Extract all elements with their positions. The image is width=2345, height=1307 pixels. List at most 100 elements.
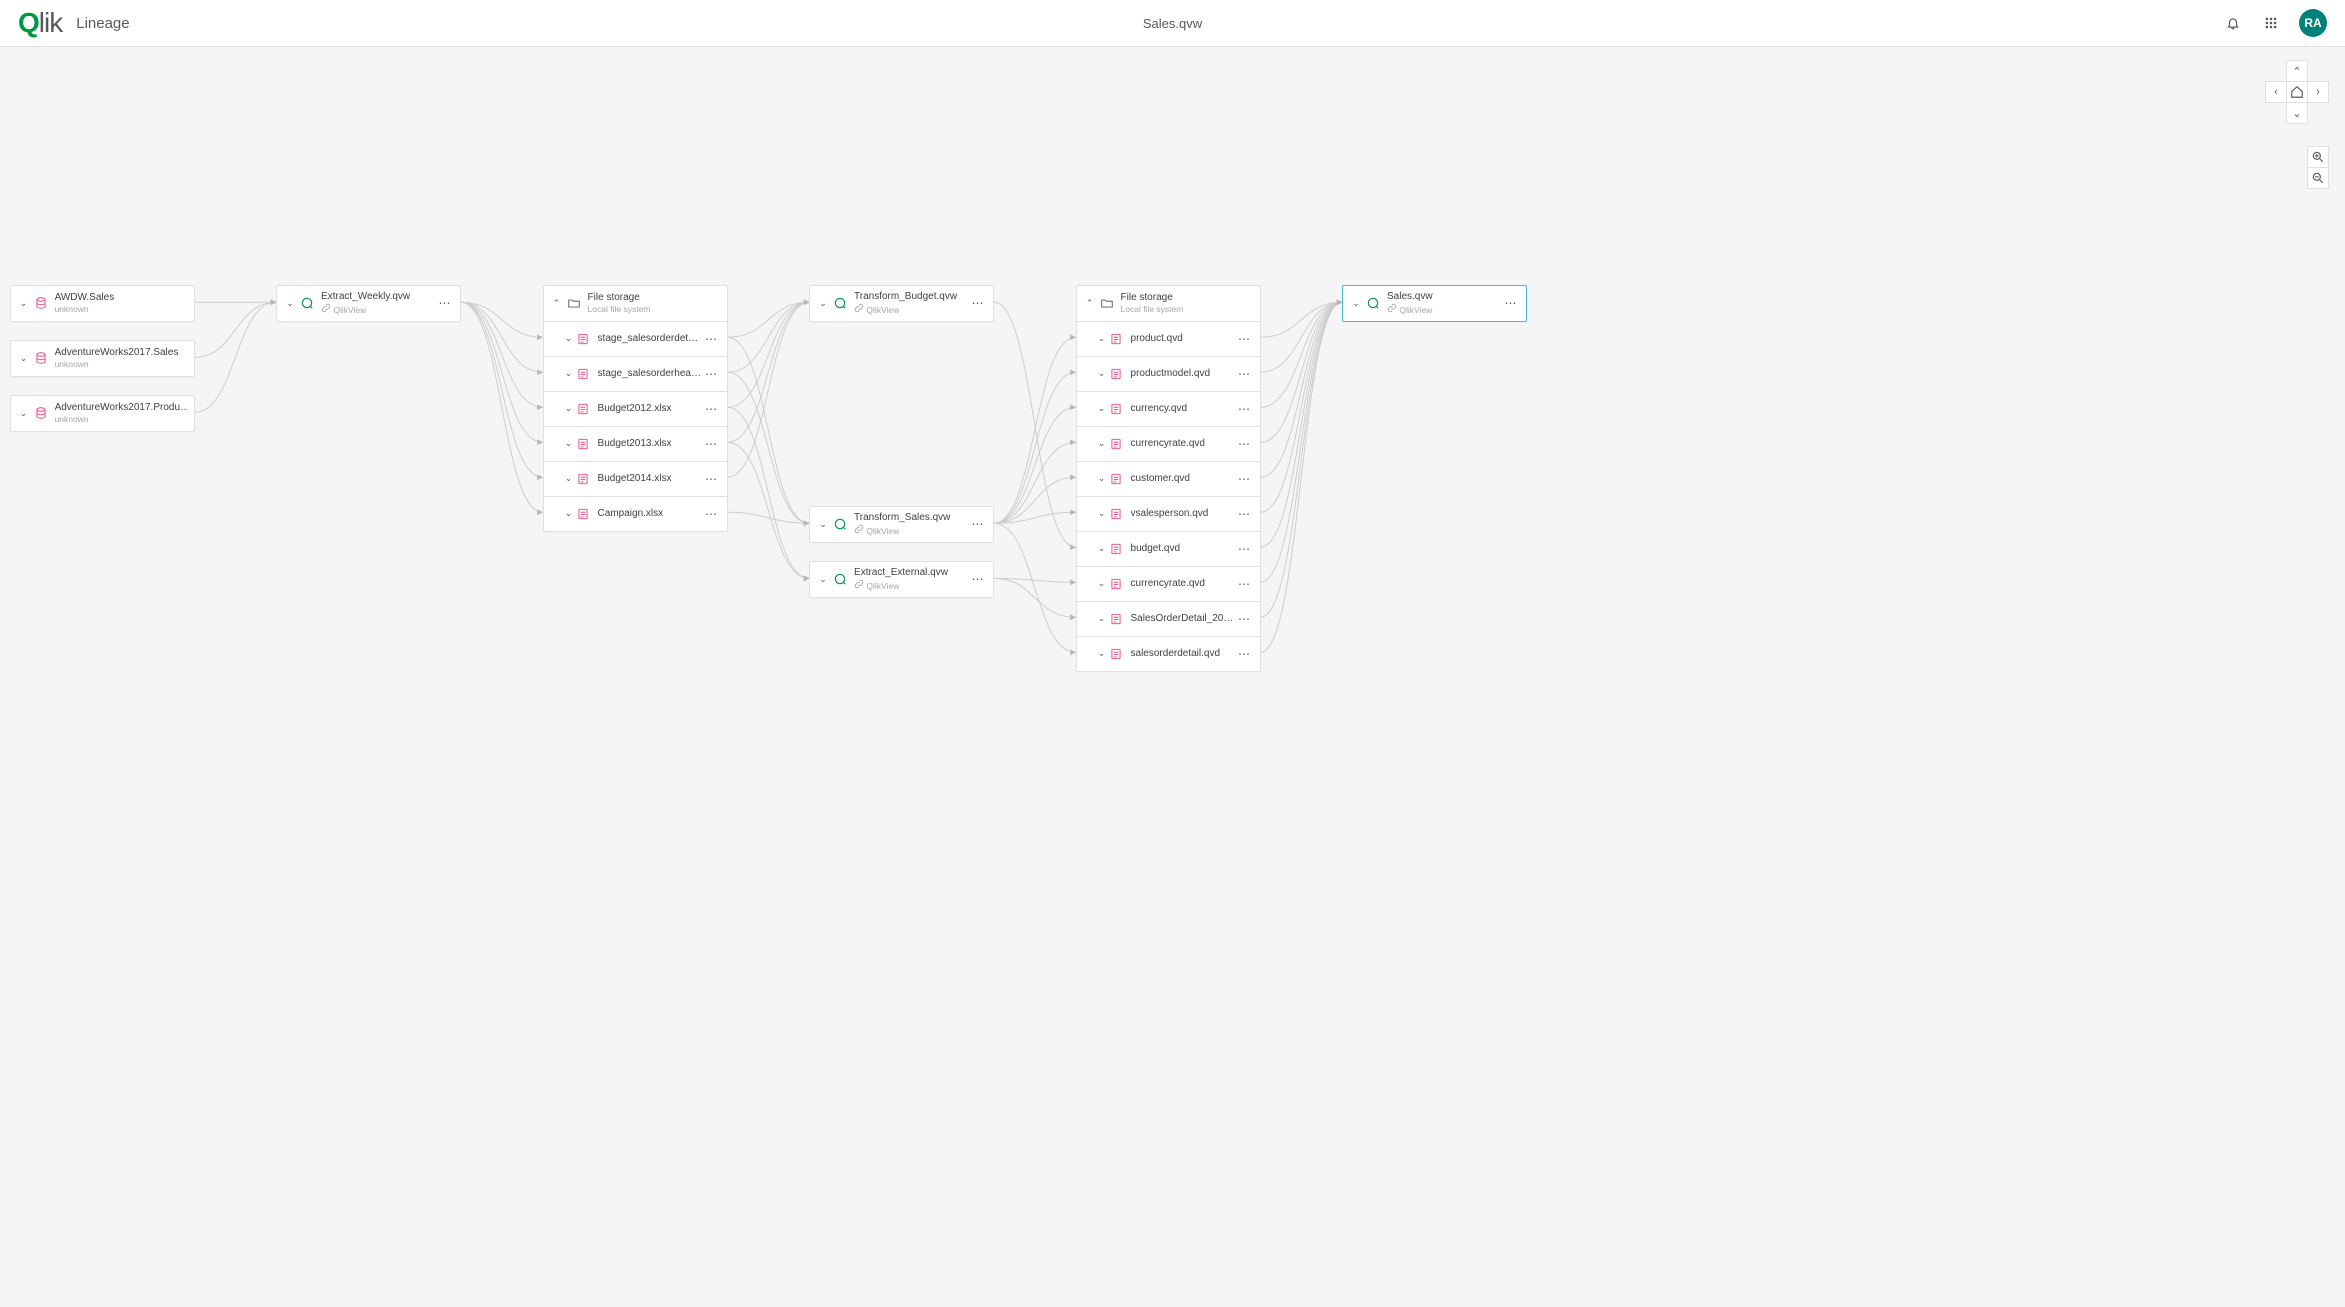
apps-grid-icon[interactable] xyxy=(2261,13,2281,33)
lineage-child-node[interactable]: vsalesperson.qvd xyxy=(1077,496,1260,531)
nav-up-button[interactable]: ⌃ xyxy=(2286,60,2308,82)
node-menu-button[interactable] xyxy=(1236,612,1254,626)
file-icon xyxy=(576,367,590,381)
expand-toggle[interactable] xyxy=(562,368,576,379)
lineage-child-node[interactable]: Budget2012.xlsx xyxy=(544,391,727,426)
expand-toggle[interactable] xyxy=(816,298,830,309)
file-icon xyxy=(576,332,590,346)
node-menu-button[interactable] xyxy=(1236,437,1254,451)
expand-toggle[interactable] xyxy=(562,333,576,344)
lineage-node[interactable]: Transform_Sales.qvw QlikView xyxy=(809,506,994,543)
expand-toggle[interactable] xyxy=(17,408,31,419)
lineage-child-node[interactable]: Budget2013.xlsx xyxy=(544,426,727,461)
collapse-toggle[interactable] xyxy=(550,298,564,309)
node-menu-button[interactable] xyxy=(1236,402,1254,416)
node-menu-button[interactable] xyxy=(1236,332,1254,346)
lineage-child-node[interactable]: SalesOrderDetail_202… xyxy=(1077,601,1260,636)
expand-toggle[interactable] xyxy=(17,353,31,364)
lineage-connections xyxy=(0,47,2345,1307)
lineage-node[interactable]: AWDW.Salesunknown xyxy=(10,285,195,322)
node-menu-button[interactable] xyxy=(703,332,721,346)
expand-toggle[interactable] xyxy=(816,574,830,585)
lineage-group-node[interactable]: File storageLocal file system stage_sales… xyxy=(543,285,728,532)
expand-toggle[interactable] xyxy=(1349,298,1363,309)
lineage-child-node[interactable]: stage_salesorderdetail… xyxy=(544,321,727,356)
nav-home-button[interactable] xyxy=(2286,81,2308,103)
zoom-in-button[interactable] xyxy=(2307,146,2329,168)
node-menu-button[interactable] xyxy=(1236,507,1254,521)
expand-toggle[interactable] xyxy=(283,298,297,309)
expand-toggle[interactable] xyxy=(562,473,576,484)
nav-left-button[interactable]: ‹ xyxy=(2265,81,2287,103)
file-icon xyxy=(576,507,590,521)
document-title: Sales.qvw xyxy=(1143,16,1202,31)
lineage-node[interactable]: AdventureWorks2017.Produ…unknown xyxy=(10,395,195,432)
node-menu-button[interactable] xyxy=(1236,647,1254,661)
expand-toggle[interactable] xyxy=(1095,578,1109,589)
lineage-child-node[interactable]: currencyrate.qvd xyxy=(1077,566,1260,601)
lineage-child-node[interactable]: Budget2014.xlsx xyxy=(544,461,727,496)
node-menu-button[interactable] xyxy=(703,437,721,451)
node-menu-button[interactable] xyxy=(969,517,987,531)
lineage-child-node[interactable]: budget.qvd xyxy=(1077,531,1260,566)
expand-toggle[interactable] xyxy=(1095,508,1109,519)
node-menu-button[interactable] xyxy=(969,296,987,310)
file-icon xyxy=(1109,437,1123,451)
lineage-child-node[interactable]: productmodel.qvd xyxy=(1077,356,1260,391)
lineage-node[interactable]: Extract_Weekly.qvw QlikView xyxy=(276,285,461,322)
collapse-toggle[interactable] xyxy=(1083,298,1097,309)
bell-icon[interactable] xyxy=(2223,13,2243,33)
node-menu-button[interactable] xyxy=(1502,296,1520,310)
expand-toggle[interactable] xyxy=(1095,368,1109,379)
expand-toggle[interactable] xyxy=(1095,613,1109,624)
node-menu-button[interactable] xyxy=(1236,367,1254,381)
lineage-node[interactable]: Transform_Budget.qvw QlikView xyxy=(809,285,994,322)
nav-right-button[interactable]: › xyxy=(2307,81,2329,103)
lineage-child-node[interactable]: stage_salesorderhead… xyxy=(544,356,727,391)
file-icon xyxy=(1109,367,1123,381)
lineage-node[interactable]: Extract_External.qvw QlikView xyxy=(809,561,994,598)
expand-toggle[interactable] xyxy=(1095,333,1109,344)
avatar[interactable]: RA xyxy=(2299,9,2327,37)
zoom-out-button[interactable] xyxy=(2307,167,2329,189)
child-label: SalesOrderDetail_202… xyxy=(1131,613,1236,624)
file-icon xyxy=(1109,332,1123,346)
lineage-child-node[interactable]: customer.qvd xyxy=(1077,461,1260,496)
node-menu-button[interactable] xyxy=(1236,577,1254,591)
lineage-child-node[interactable]: product.qvd xyxy=(1077,321,1260,356)
node-label: File storageLocal file system xyxy=(1121,292,1254,314)
lineage-child-node[interactable]: Campaign.xlsx xyxy=(544,496,727,531)
node-menu-button[interactable] xyxy=(436,296,454,310)
lineage-node[interactable]: Sales.qvw QlikView xyxy=(1342,285,1527,322)
expand-toggle[interactable] xyxy=(1095,648,1109,659)
app-logo: Qlik xyxy=(18,7,62,39)
lineage-child-node[interactable]: currency.qvd xyxy=(1077,391,1260,426)
node-label: AdventureWorks2017.Produ…unknown xyxy=(55,402,188,424)
node-menu-button[interactable] xyxy=(969,572,987,586)
expand-toggle[interactable] xyxy=(562,403,576,414)
expand-toggle[interactable] xyxy=(17,298,31,309)
lineage-child-node[interactable]: salesorderdetail.qvd xyxy=(1077,636,1260,671)
node-menu-button[interactable] xyxy=(703,507,721,521)
expand-toggle[interactable] xyxy=(1095,403,1109,414)
expand-toggle[interactable] xyxy=(1095,543,1109,554)
top-bar: Qlik Lineage Sales.qvw RA xyxy=(0,0,2345,47)
expand-toggle[interactable] xyxy=(1095,438,1109,449)
node-label: Transform_Budget.qvw QlikView xyxy=(854,291,969,315)
expand-toggle[interactable] xyxy=(562,508,576,519)
expand-toggle[interactable] xyxy=(562,438,576,449)
lineage-child-node[interactable]: currencyrate.qvd xyxy=(1077,426,1260,461)
lineage-group-node[interactable]: File storageLocal file system product.qvd… xyxy=(1076,285,1261,672)
node-label: File storageLocal file system xyxy=(588,292,721,314)
expand-toggle[interactable] xyxy=(1095,473,1109,484)
lineage-canvas[interactable]: ⌃ ‹ › ⌄ AWDW.Salesunknown AdventureWorks2… xyxy=(0,47,2345,1307)
node-menu-button[interactable] xyxy=(703,402,721,416)
node-menu-button[interactable] xyxy=(703,367,721,381)
node-menu-button[interactable] xyxy=(1236,472,1254,486)
nav-down-button[interactable]: ⌄ xyxy=(2286,102,2308,124)
expand-toggle[interactable] xyxy=(816,519,830,530)
lineage-node[interactable]: AdventureWorks2017.Salesunknown xyxy=(10,340,195,377)
nav-cluster: ⌃ ‹ › ⌄ xyxy=(2266,61,2329,124)
node-menu-button[interactable] xyxy=(1236,542,1254,556)
node-menu-button[interactable] xyxy=(703,472,721,486)
